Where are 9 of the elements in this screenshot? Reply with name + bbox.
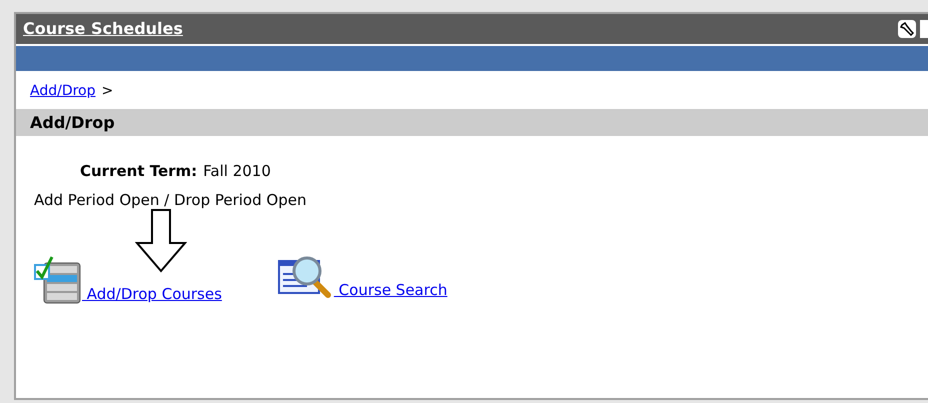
term-label: Current Term: [80, 161, 198, 182]
term-value: Fall 2010 [203, 161, 271, 182]
portlet-title-link[interactable]: Course Schedules [23, 17, 183, 41]
breadcrumb-separator: > [102, 82, 114, 100]
breadcrumb-link[interactable]: Add/Drop [30, 80, 96, 102]
section-title: Add/Drop [30, 112, 115, 134]
course-link[interactable]: Add/Drop Courses [82, 282, 222, 305]
course-link[interactable]: Course Search [334, 278, 448, 301]
period-status: Add Period Open / Drop Period Open [33, 190, 306, 210]
